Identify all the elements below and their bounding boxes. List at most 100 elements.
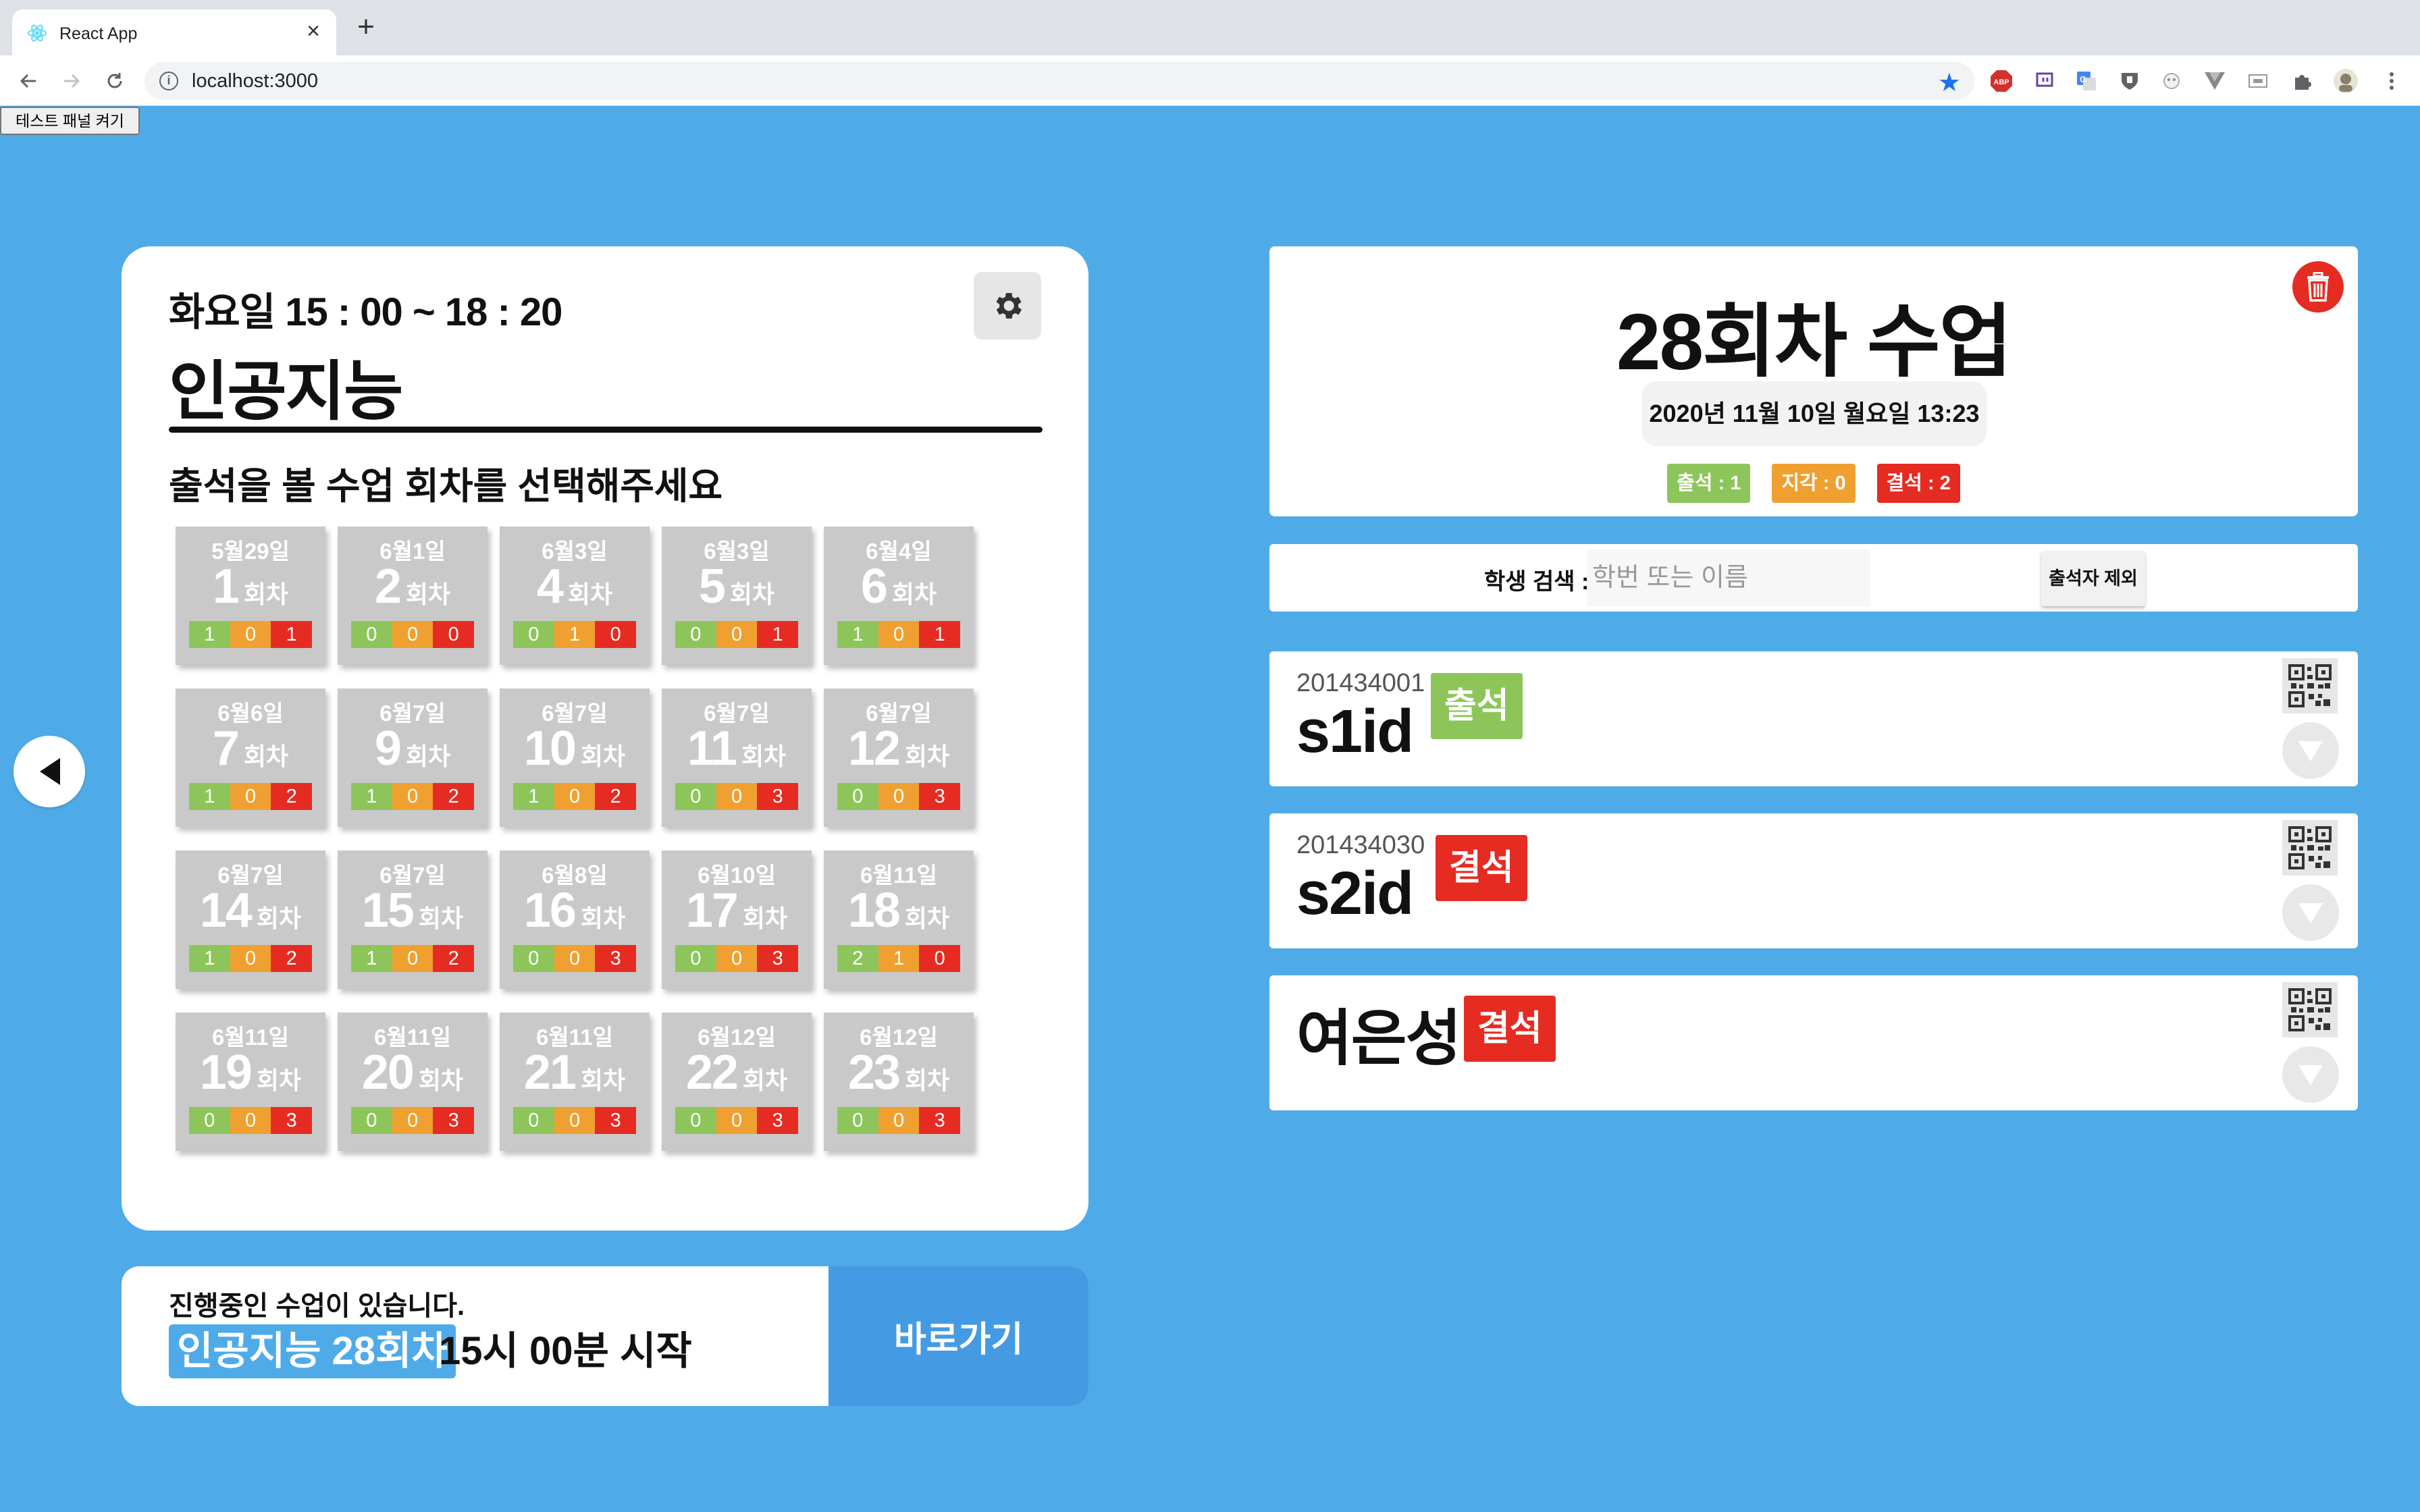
student-status-badge[interactable]: 결석 [1436,835,1527,901]
absent-count: 1 [919,621,961,648]
expand-chevron-icon[interactable] [2282,722,2339,779]
test-panel-button[interactable]: 테스트 패널 켜기 [0,107,140,135]
translate-icon[interactable]: G [2073,68,2100,94]
reload-icon[interactable] [100,66,130,96]
address-bar[interactable]: i localhost:3000 ★ [144,62,1974,100]
puzzle-icon[interactable] [2289,68,2316,94]
session-suffix: 회차 [567,580,613,608]
session-tile[interactable]: 6월6일 7 회차 1 0 2 [176,688,325,827]
student-name: s1id [1296,698,1414,765]
tab-close-icon[interactable]: × [300,18,327,45]
session-suffix: 회차 [580,1066,626,1094]
expand-chevron-icon[interactable] [2282,1046,2339,1103]
session-tile[interactable]: 6월7일 15 회차 1 0 2 [338,850,488,989]
late-count: 0 [716,945,758,972]
browser-toolbar: i localhost:3000 ★ ABP G [0,57,2420,105]
session-number-value: 10 [523,722,577,776]
session-suffix: 회차 [405,742,451,770]
absent-count: 3 [757,1107,799,1134]
expand-chevron-icon[interactable] [2282,884,2339,941]
absent-count: 3 [757,945,799,972]
session-tile[interactable]: 6월1일 2 회차 0 0 0 [338,526,488,665]
menu-icon[interactable] [2378,68,2405,94]
session-number-value: 7 [212,722,240,776]
late-count: 0 [230,945,271,972]
present-count: 1 [351,945,392,972]
session-tile[interactable]: 6월11일 18 회차 2 1 0 [824,850,974,989]
absent-count: 3 [919,1107,961,1134]
session-tile[interactable]: 6월12일 22 회차 0 0 3 [662,1013,812,1151]
attendance-summary: 출석 : 1 지각 : 0 결석 : 2 [1269,464,2358,503]
qr-code-icon[interactable] [2282,820,2338,875]
present-count: 0 [837,783,878,810]
vue-devtools-icon[interactable] [2201,68,2228,94]
session-attendance-bar: 003 [513,1107,637,1134]
present-count: 1 [189,621,230,648]
session-tile[interactable]: 6월7일 9 회차 1 0 2 [338,688,488,827]
settings-button[interactable] [974,272,1041,340]
session-number-value: 9 [374,722,402,776]
session-tile[interactable]: 5월29일 1 회차 1 0 1 [176,526,325,665]
session-suffix: 회차 [243,580,289,608]
present-count: 1 [189,945,230,972]
session-tile[interactable]: 6월8일 16 회차 0 0 3 [500,850,650,989]
abp-icon[interactable]: ABP [1988,68,2015,94]
absent-count: 0 [919,945,961,972]
session-tile[interactable]: 6월4일 6 회차 1 0 1 [824,526,974,665]
session-attendance-bar: 102 [189,783,313,810]
session-number-value: 11 [687,722,737,776]
late-count: 1 [878,945,920,972]
student-status-badge[interactable]: 출석 [1431,673,1523,739]
tab-strip: React App × + [0,0,2420,57]
session-attendance-bar: 003 [675,783,799,810]
session-tile[interactable]: 6월3일 4 회차 0 1 0 [500,526,650,665]
session-tile[interactable]: 6월11일 19 회차 0 0 3 [176,1013,325,1151]
session-number-value: 1 [212,560,240,614]
session-tile[interactable]: 6월11일 21 회차 0 0 3 [500,1013,650,1151]
session-tile[interactable]: 6월7일 10 회차 1 0 2 [500,688,650,827]
cast-icon[interactable] [2244,68,2271,94]
student-search-input[interactable] [1587,549,1870,606]
ghost-icon[interactable] [2158,68,2185,94]
session-suffix: 회차 [580,742,626,770]
student-status-badge[interactable]: 결석 [1464,996,1556,1062]
qr-code-icon[interactable] [2282,658,2338,713]
session-tile[interactable]: 6월12일 23 회차 0 0 3 [824,1013,974,1151]
url-text: localhost:3000 [192,70,319,92]
avatar-icon[interactable] [2332,68,2359,94]
search-label: 학생 검색 : [1484,569,1589,595]
session-attendance-bar: 003 [513,945,637,972]
absent-count: 3 [595,945,637,972]
session-number-value: 21 [523,1046,577,1100]
browser-tab[interactable]: React App × [12,9,336,57]
back-arrow-button[interactable] [14,736,85,807]
new-tab-button[interactable]: + [351,12,381,42]
late-count: 0 [554,1107,596,1134]
twitch-icon[interactable] [2031,68,2058,94]
bookmark-star-icon[interactable]: ★ [1938,68,1961,98]
forward-nav-icon[interactable] [57,66,86,96]
session-tile[interactable]: 6월7일 14 회차 1 0 2 [176,850,325,989]
session-attendance-bar: 101 [837,621,961,648]
session-tile[interactable]: 6월10일 17 회차 0 0 3 [662,850,812,989]
session-number-value: 20 [361,1046,415,1100]
session-tile[interactable]: 6월7일 11 회차 0 0 3 [662,688,812,827]
session-tile[interactable]: 6월11일 20 회차 0 0 3 [338,1013,488,1151]
session-tile[interactable]: 6월3일 5 회차 0 0 1 [662,526,812,665]
absent-count: 1 [271,621,313,648]
exclude-present-button[interactable]: 출석자 제외 [2041,551,2145,606]
session-tile[interactable]: 6월7일 12 회차 0 0 3 [824,688,974,827]
shield-icon[interactable] [2116,68,2143,94]
session-number: 22 회차 [662,1045,812,1100]
site-info-icon[interactable]: i [159,72,178,90]
delete-session-button[interactable] [2292,261,2344,313]
go-button[interactable]: 바로가기 [828,1266,1088,1406]
back-nav-icon[interactable] [14,66,43,96]
session-number-value: 2 [374,560,402,614]
qr-code-icon[interactable] [2282,982,2338,1037]
session-number: 10 회차 [500,721,650,776]
session-suffix: 회차 [891,580,937,608]
session-number-value: 14 [199,884,253,938]
absent-count: 2 [271,945,313,972]
session-datetime: 2020년 11월 10일 월요일 13:23 [1642,381,1987,446]
